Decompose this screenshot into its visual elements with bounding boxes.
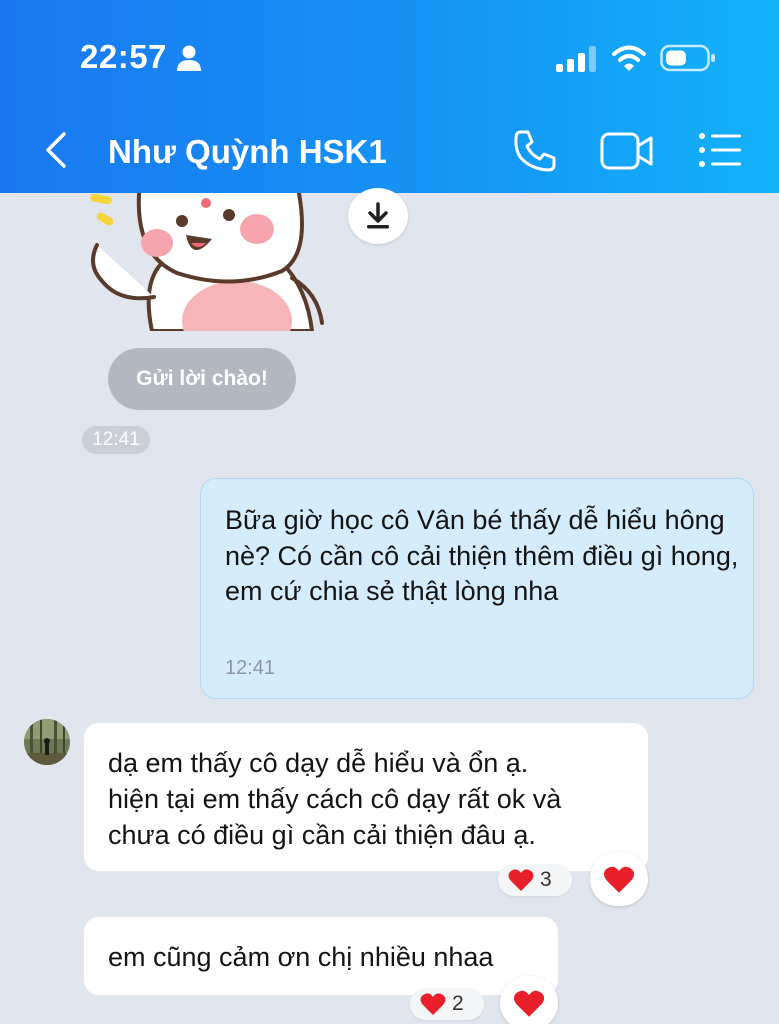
react-heart-button[interactable] — [590, 852, 648, 906]
back-button[interactable] — [40, 130, 74, 170]
menu-list-icon[interactable] — [698, 130, 742, 170]
reaction-count: 3 — [540, 868, 552, 891]
heart-icon — [508, 869, 534, 891]
contact-avatar[interactable] — [24, 719, 70, 765]
message-text-line: hiện tại em thấy cách cô dạy rất ok và — [108, 784, 562, 814]
phone-call-icon[interactable] — [512, 128, 558, 174]
reaction-summary[interactable]: 3 — [498, 864, 572, 896]
battery-icon — [660, 44, 715, 72]
message-text-line: chưa có điều gì cần cải thiện đâu ạ. — [108, 820, 536, 850]
outgoing-message-time: 12:41 — [225, 657, 276, 679]
video-call-icon[interactable] — [600, 130, 654, 172]
incoming-message-bubble[interactable]: em cũng cảm ơn chị nhiều nhaa — [83, 916, 559, 996]
message-timestamp: 12:41 — [82, 426, 150, 454]
incoming-message-bubble[interactable]: dạ em thấy cô dạy dễ hiểu và ổn ạ. hiện … — [83, 722, 649, 872]
message-text-line: dạ em thấy cô dạy dễ hiểu và ổn ạ. — [108, 748, 529, 778]
heart-icon — [513, 990, 545, 1017]
download-icon — [367, 202, 389, 229]
reaction-count: 2 — [452, 992, 464, 1015]
heart-icon — [420, 993, 446, 1015]
heart-icon — [603, 866, 635, 893]
outgoing-message-text: Bữa giờ học cô Vân bé thấy dễ hiểu hông … — [225, 505, 739, 606]
outgoing-message-bubble[interactable]: Bữa giờ học cô Vân bé thấy dễ hiểu hông … — [200, 478, 754, 699]
reaction-summary[interactable]: 2 — [410, 988, 484, 1020]
chat-header: 22:57 Như Quỳnh HSK1 — [0, 0, 779, 193]
greeting-sticker — [90, 193, 324, 331]
person-icon — [177, 45, 201, 71]
cellular-signal-icon — [556, 46, 596, 72]
send-greeting-button[interactable]: Gửi lời chào! — [108, 348, 296, 410]
status-bar-time: 22:57 — [80, 38, 167, 75]
message-text-line: em cũng cảm ơn chị nhiều nhaa — [108, 942, 494, 972]
wifi-icon — [612, 45, 646, 71]
chat-title[interactable]: Như Quỳnh HSK1 — [108, 133, 387, 171]
download-button[interactable] — [348, 188, 408, 244]
react-heart-button[interactable] — [500, 976, 558, 1024]
